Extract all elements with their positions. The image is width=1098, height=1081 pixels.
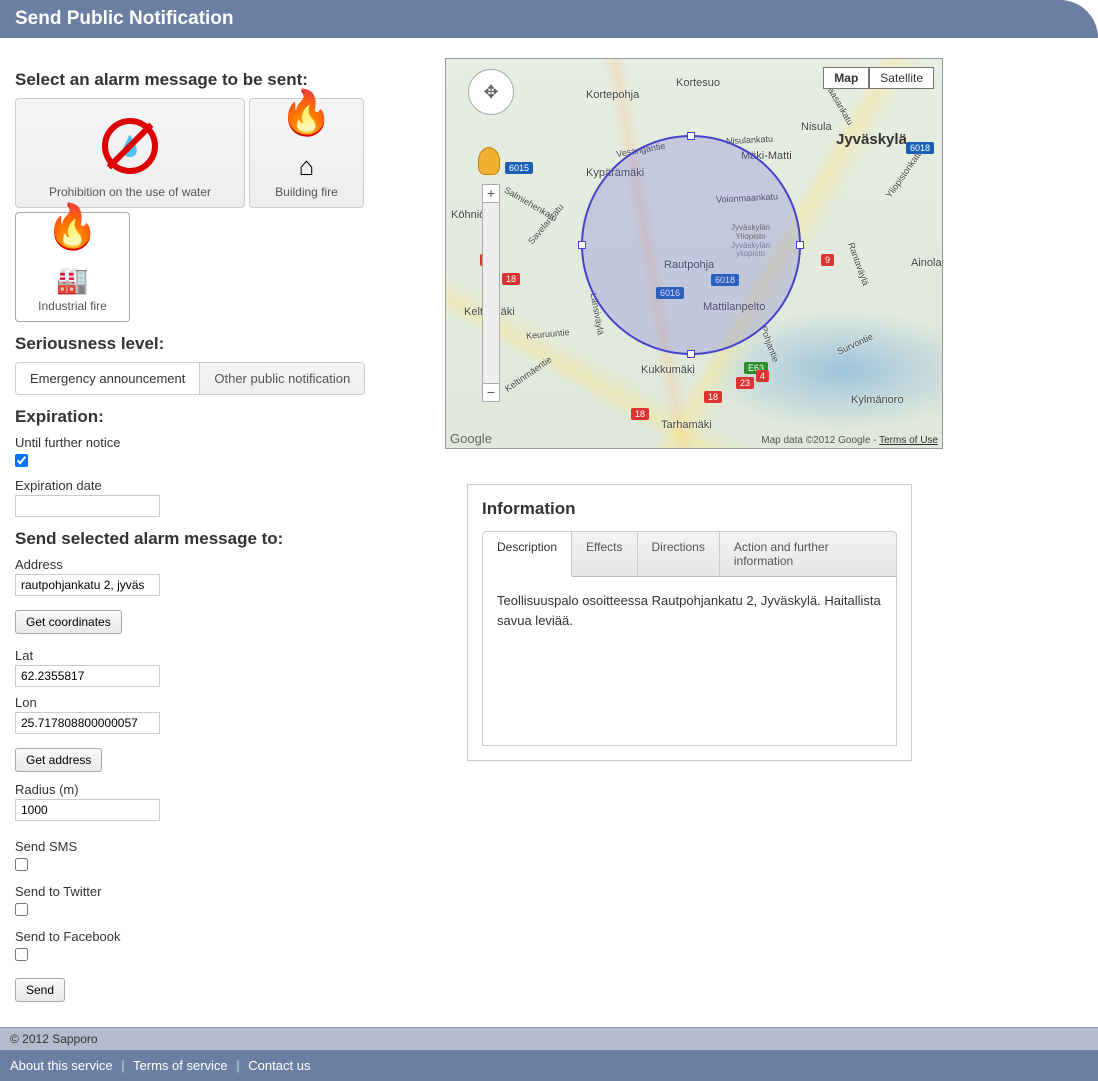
lat-label: Lat [15,648,415,663]
map-radius-circle[interactable] [581,135,801,355]
sms-label: Send SMS [15,839,415,854]
map-mode-map[interactable]: Map [823,67,869,89]
footer-links: About this service | Terms of service | … [0,1050,1098,1081]
zoom-slider[interactable] [483,203,499,383]
tab-directions[interactable]: Directions [638,532,720,576]
page-title: Send Public Notification [15,8,234,29]
footer-copyright: © 2012 Sapporo [0,1027,1098,1050]
map-place-label: Kortesuo [676,77,720,89]
alarm-option-prohibition-water[interactable]: 💧 Prohibition on the use of water [15,98,245,208]
address-label: Address [15,557,415,572]
map-logo: Google [450,431,492,446]
page-header: Send Public Notification [0,0,1098,38]
footer-link-about[interactable]: About this service [10,1058,113,1073]
left-panel: Select an alarm message to be sent: 💧 Pr… [15,58,415,1002]
pan-icon: ✥ [483,82,498,103]
map[interactable]: Kortesuo Kortepohja Nisula Mäki-Matti Ky… [445,58,943,449]
alarm-option-label: Building fire [275,185,338,199]
tab-action[interactable]: Action and further information [720,532,896,576]
get-address-button[interactable]: Get address [15,748,102,772]
information-panel: Information Description Effects Directio… [467,484,912,761]
map-place-label: Tarhamäki [661,419,712,431]
expiration-heading: Expiration: [15,407,415,427]
map-zoom-control: + − [482,184,500,402]
map-place-label: Kortepohja [586,89,639,101]
seriousness-other[interactable]: Other public notification [199,363,364,394]
send-to-heading: Send selected alarm message to: [15,529,415,549]
get-coordinates-button[interactable]: Get coordinates [15,610,122,634]
twitter-label: Send to Twitter [15,884,415,899]
map-attribution: Map data ©2012 Google - Terms of Use [761,435,938,446]
description-text: Teollisuuspalo osoitteessa Rautpohjankat… [497,593,881,628]
road-shield: 6018 [906,142,934,154]
seriousness-heading: Seriousness level: [15,334,415,354]
map-place-label: Kylmänoro [851,394,904,406]
alarm-option-label: Industrial fire [38,299,107,313]
road-shield: 18 [631,408,649,420]
map-terms-link[interactable]: Terms of Use [879,435,938,446]
map-place-label: Nisula [801,121,832,133]
industrial-fire-icon: 🔥🏭 [46,202,98,299]
alarm-option-industrial-fire[interactable]: 🔥🏭 Industrial fire [15,212,130,322]
map-view-controls: Map Satellite [823,67,934,89]
send-button[interactable]: Send [15,978,65,1002]
address-input[interactable] [15,574,160,596]
map-pan-control[interactable]: ✥ [468,69,514,115]
footer-separator: | [236,1058,239,1073]
until-further-label: Until further notice [15,435,415,450]
road-shield: 9 [821,254,834,266]
alarm-select-heading: Select an alarm message to be sent: [15,70,415,90]
info-tabs: Description Effects Directions Action an… [482,531,897,576]
radius-label: Radius (m) [15,782,415,797]
facebook-checkbox[interactable] [15,948,28,961]
twitter-checkbox[interactable] [15,903,28,916]
tab-description[interactable]: Description [483,532,572,577]
lon-label: Lon [15,695,415,710]
building-fire-icon: 🔥⌂ [280,88,332,185]
road-shield: 23 [736,377,754,389]
seriousness-toggle: Emergency announcement Other public noti… [15,362,365,395]
tab-effects[interactable]: Effects [572,532,637,576]
tab-content: Teollisuuspalo osoitteessa Rautpohjankat… [482,576,897,746]
alarm-option-label: Prohibition on the use of water [49,185,211,199]
expiration-date-label: Expiration date [15,478,415,493]
radius-input[interactable] [15,799,160,821]
right-panel: Kortesuo Kortepohja Nisula Mäki-Matti Ky… [445,58,1083,1002]
road-shield: 4 [756,370,769,382]
map-mode-satellite[interactable]: Satellite [869,67,934,89]
map-city-label: Jyväskylä [836,131,907,148]
map-pegman-icon[interactable] [478,147,500,175]
footer: © 2012 Sapporo About this service | Term… [0,1027,1098,1081]
zoom-in-button[interactable]: + [483,185,499,203]
road-shield: 18 [502,273,520,285]
lat-input[interactable] [15,665,160,687]
map-place-label: Kukkumäki [641,364,695,376]
alarm-option-building-fire[interactable]: 🔥⌂ Building fire [249,98,364,208]
facebook-label: Send to Facebook [15,929,415,944]
footer-link-contact[interactable]: Contact us [248,1058,310,1073]
lon-input[interactable] [15,712,160,734]
road-shield: 6015 [505,162,533,174]
footer-link-terms[interactable]: Terms of service [133,1058,228,1073]
footer-separator: | [121,1058,124,1073]
information-heading: Information [482,499,897,519]
zoom-out-button[interactable]: − [483,383,499,401]
seriousness-emergency[interactable]: Emergency announcement [16,363,199,394]
expiration-date-input[interactable] [15,495,160,517]
until-further-checkbox[interactable] [15,454,28,467]
map-place-label: Köhniö [451,209,485,221]
prohibition-icon: 💧 [102,107,158,185]
road-shield: 18 [704,391,722,403]
map-place-label: Ainola [911,257,942,269]
sms-checkbox[interactable] [15,858,28,871]
